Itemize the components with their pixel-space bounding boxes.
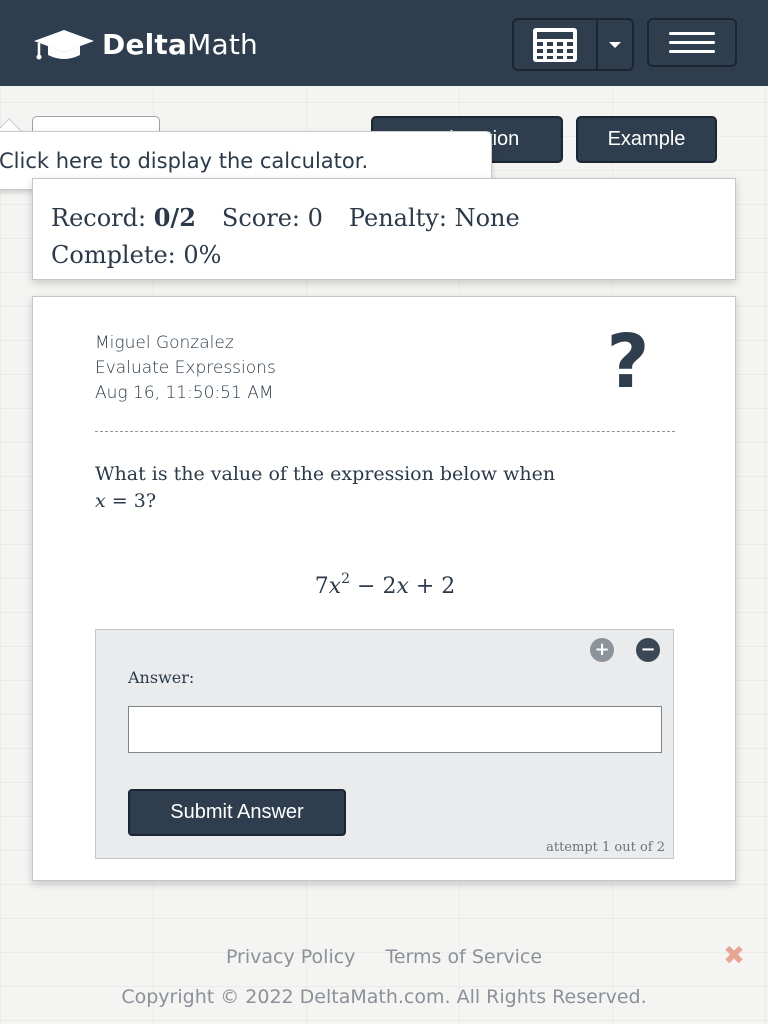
tooltip-text: Click here to display the calculator. — [0, 148, 369, 173]
question-prompt: What is the value of the expression belo… — [95, 463, 556, 485]
problem-topic: Evaluate Expressions — [95, 358, 276, 378]
graduation-cap-icon — [34, 30, 94, 60]
record-panel: Record: 0/2 Score: 0 Penalty: None Complet… — [32, 178, 736, 280]
close-icon[interactable]: ✖ — [720, 942, 748, 970]
problem-card: Miguel Gonzalez Evaluate Expressions Aug… — [32, 296, 736, 881]
hamburger-menu-icon — [669, 32, 715, 35]
problem-timestamp: Aug 16, 11:50:51 AM — [95, 383, 274, 403]
divider — [95, 431, 675, 432]
student-name: Miguel Gonzalez — [95, 333, 234, 353]
score-value: 0 — [307, 204, 323, 232]
answer-label: Answer: — [128, 668, 195, 687]
calculator-button[interactable] — [512, 18, 598, 71]
expr-var1: x — [328, 574, 342, 599]
question-value: 3? — [133, 490, 157, 512]
penalty-label: Penalty: — [348, 204, 447, 232]
brand-logo[interactable]: DeltaMath — [32, 26, 258, 62]
record-value: 0/2 — [153, 203, 196, 232]
answer-panel: + − Answer: Submit Answer attempt 1 out … — [95, 629, 674, 859]
main-menu-button[interactable] — [647, 18, 737, 67]
example-button[interactable]: Example — [576, 116, 717, 163]
zoom-in-icon[interactable]: + — [590, 638, 614, 662]
privacy-policy-link[interactable]: Privacy Policy — [226, 946, 355, 968]
expr-middle: − 2 — [350, 574, 397, 599]
math-expression: 7x2 − 2x + 2 — [33, 571, 737, 599]
expr-var2: x — [396, 574, 409, 599]
brand-name-light: Math — [187, 27, 258, 61]
score-label: Score: — [221, 204, 300, 232]
question-text: What is the value of the expression belo… — [95, 461, 675, 515]
zoom-out-icon[interactable]: − — [636, 638, 660, 662]
expr-tail: + 2 — [408, 574, 456, 599]
hamburger-menu-icon — [669, 50, 715, 53]
question-mark-icon[interactable]: ? — [593, 325, 663, 399]
submit-answer-button[interactable]: Submit Answer — [128, 789, 346, 836]
complete-label: Complete: — [51, 241, 176, 269]
calculator-dropdown-button[interactable] — [596, 18, 634, 71]
brand-name-bold: Delta — [102, 27, 188, 61]
record-label: Record: — [51, 204, 147, 232]
record-line-1: Record: 0/2 Score: 0 Penalty: None — [51, 199, 735, 237]
answer-input[interactable] — [128, 706, 662, 753]
question-variable: x — [95, 490, 106, 512]
top-navbar: DeltaMath — [0, 0, 768, 86]
calculator-icon — [533, 27, 577, 62]
copyright-text: Copyright © 2022 DeltaMath.com. All Righ… — [121, 986, 647, 1008]
caret-down-icon — [609, 41, 621, 48]
hamburger-menu-icon — [669, 41, 715, 44]
record-line-2: Complete: 0% — [51, 237, 735, 274]
question-equals: = — [111, 490, 128, 512]
problem-meta: Miguel Gonzalez Evaluate Expressions Aug… — [95, 331, 276, 406]
terms-of-service-link[interactable]: Terms of Service — [385, 946, 542, 968]
expr-coef: 7 — [314, 574, 329, 599]
complete-value: 0% — [183, 241, 222, 269]
brand-name: DeltaMath — [102, 28, 258, 61]
footer-links: Privacy Policy Terms of Service — [0, 946, 768, 968]
penalty-value: None — [454, 204, 520, 232]
expr-exponent: 2 — [341, 571, 351, 587]
attempt-counter: attempt 1 out of 2 — [546, 840, 665, 855]
